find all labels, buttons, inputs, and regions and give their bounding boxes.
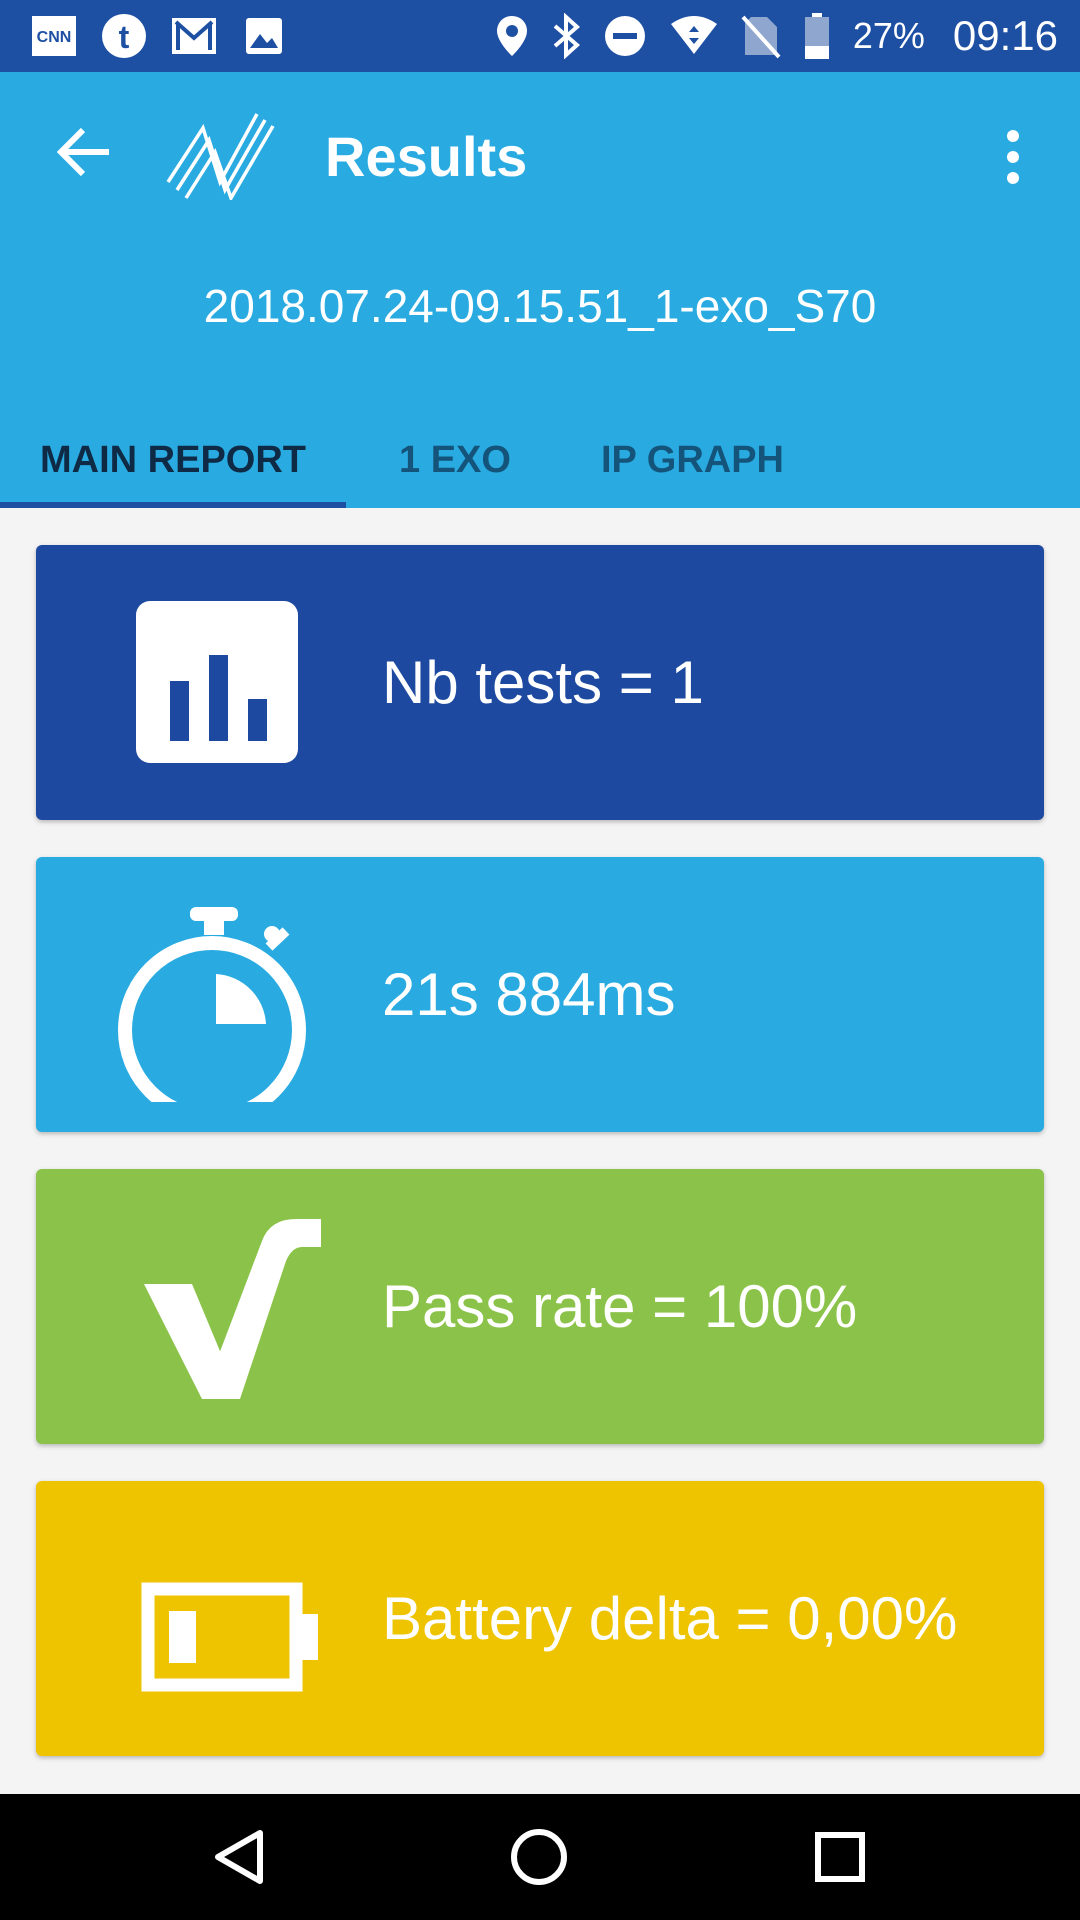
location-icon: [496, 16, 527, 56]
tab-main-report[interactable]: MAIN REPORT: [0, 412, 346, 508]
tab-bar: MAIN REPORT 1 EXO IP GRAPH: [0, 412, 1080, 508]
bluetooth-icon: [553, 13, 580, 59]
report-name: 2018.07.24-09.15.51_1-exo_S70: [203, 280, 877, 332]
svg-text:t: t: [119, 19, 130, 55]
back-arrow-icon[interactable]: [55, 122, 115, 182]
duration-card[interactable]: 21s 884ms: [36, 857, 1044, 1132]
app-bar: Results 2018.07.24-09.15.51_1-exo_S70 MA…: [0, 72, 1080, 508]
navigation-bar: [0, 1794, 1080, 1920]
battery-percent: 27%: [852, 15, 925, 56]
tab-1-exo[interactable]: 1 EXO: [380, 412, 530, 508]
tumblr-icon: t: [100, 12, 148, 60]
no-sim-icon: [741, 15, 781, 59]
more-options-icon[interactable]: [990, 127, 1036, 187]
checkmark-icon: [144, 1219, 321, 1399]
pass-rate-text: Pass rate = 100%: [382, 1273, 858, 1340]
do-not-disturb-icon: [604, 16, 645, 56]
recents-square-icon[interactable]: [810, 1827, 870, 1887]
duration-text: 21s 884ms: [382, 961, 676, 1028]
stopwatch-icon: [118, 907, 306, 1102]
battery-icon: [141, 1582, 318, 1692]
battery-delta-card[interactable]: Battery delta = 0,00%: [36, 1481, 1044, 1756]
tab-ip-graph[interactable]: IP GRAPH: [585, 412, 800, 508]
status-bar: CNN t 27% 09:16: [0, 0, 1080, 72]
tab-indicator: [0, 502, 346, 508]
wifi-icon: [670, 16, 717, 54]
pass-rate-card[interactable]: Pass rate = 100%: [36, 1169, 1044, 1444]
svg-text:CNN: CNN: [37, 29, 72, 46]
image-icon: [240, 12, 288, 60]
battery-delta-text: Battery delta = 0,00%: [382, 1585, 958, 1652]
page-title: Results: [325, 125, 528, 188]
clock: 09:16: [952, 12, 1058, 59]
bar-chart-icon: [136, 601, 298, 763]
battery-icon: [804, 13, 829, 59]
home-circle-icon[interactable]: [509, 1827, 569, 1887]
back-triangle-icon[interactable]: [210, 1827, 270, 1887]
app-logo-icon: [166, 113, 275, 200]
nb-tests-card[interactable]: Nb tests = 1: [36, 545, 1044, 820]
nb-tests-text: Nb tests = 1: [382, 649, 704, 716]
gmail-icon: [170, 12, 218, 60]
cnn-icon: CNN: [30, 12, 78, 60]
